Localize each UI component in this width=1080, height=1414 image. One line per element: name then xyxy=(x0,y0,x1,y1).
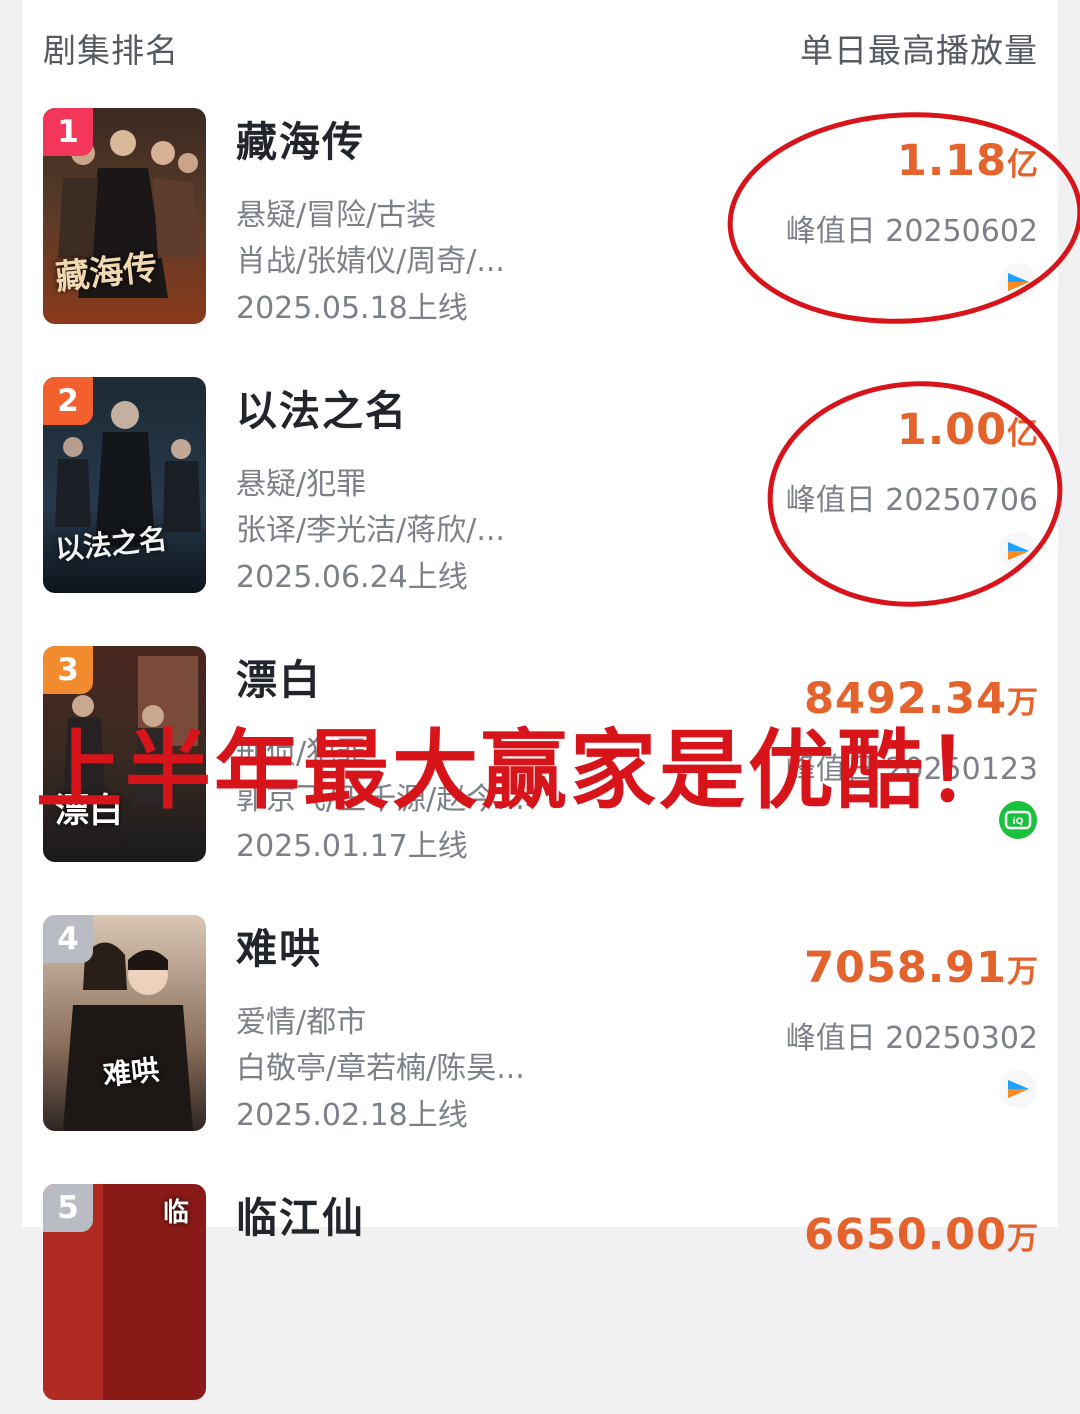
release-date: 2025.06.24上线 xyxy=(236,560,468,595)
daily-peak-views: 1.18亿 xyxy=(897,136,1038,186)
views-value: 7058.91 xyxy=(804,943,1007,993)
views-value: 1.00 xyxy=(896,405,1007,455)
poster-4[interactable]: 4 难哄 xyxy=(43,915,206,1131)
rank-column-label: 剧集排名 xyxy=(43,31,179,70)
drama-row-4[interactable]: 4 难哄 难哄 爱情/都市 白敬亭/章若楠/陈昊... 2025.02.18上线… xyxy=(22,915,1058,1145)
peak-date: 峰值日 20250706 xyxy=(785,483,1038,518)
poster-1[interactable]: 1 藏海传 xyxy=(43,108,206,324)
rank-badge: 4 xyxy=(43,915,93,963)
peak-date: 峰值日 20250602 xyxy=(785,214,1038,249)
poster-5[interactable]: 5 临 xyxy=(43,1184,206,1400)
views-unit: 亿 xyxy=(1007,147,1038,183)
youku-icon xyxy=(999,263,1037,301)
drama-genre: 悬疑/冒险/古装 xyxy=(236,198,437,233)
release-date: 2025.01.17上线 xyxy=(236,829,468,864)
drama-row-1[interactable]: 1 藏海传 藏海传 悬疑/冒险/古装 肖战/张婧仪/周奇/... 2025.05… xyxy=(22,108,1058,338)
views-value: 1.18 xyxy=(896,136,1007,186)
rank-badge: 1 xyxy=(43,108,93,156)
views-unit: 万 xyxy=(1007,954,1038,990)
rank-badge: 2 xyxy=(43,377,93,425)
daily-peak-views: 6650.00万 xyxy=(804,1210,1038,1260)
annotation-caption: 上半年最大赢家是优酷！ xyxy=(36,721,1015,821)
release-date: 2025.05.18上线 xyxy=(236,291,468,326)
drama-cast: 张译/李光洁/蒋欣/... xyxy=(236,513,505,548)
poster-title: 难哄 xyxy=(101,1053,161,1092)
drama-genre: 悬疑/犯罪 xyxy=(236,467,367,502)
daily-peak-views: 7058.91万 xyxy=(804,943,1038,993)
drama-cast: 肖战/张婧仪/周奇/... xyxy=(236,244,505,279)
drama-title[interactable]: 漂白 xyxy=(236,646,322,706)
daily-peak-views: 1.00亿 xyxy=(897,405,1038,455)
youku-icon xyxy=(999,1070,1037,1108)
drama-title[interactable]: 临江仙 xyxy=(236,1184,365,1244)
peak-date: 峰值日 20250302 xyxy=(785,1021,1038,1056)
drama-title[interactable]: 难哄 xyxy=(236,915,322,975)
rank-badge: 5 xyxy=(43,1184,93,1232)
views-value: 6650.00 xyxy=(804,1210,1007,1260)
poster-title: 临 xyxy=(163,1198,190,1228)
drama-title[interactable]: 藏海传 xyxy=(236,108,365,168)
drama-genre: 爱情/都市 xyxy=(236,1005,367,1040)
views-unit: 万 xyxy=(1007,1221,1038,1257)
poster-2[interactable]: 2 以法之名 xyxy=(43,377,206,593)
drama-title[interactable]: 以法之名 xyxy=(236,377,408,437)
list-header: 剧集排名 单日最高播放量 xyxy=(22,0,1058,88)
drama-row-2[interactable]: 2 以法之名 以法之名 悬疑/犯罪 张译/李光洁/蒋欣/... 2025.06.… xyxy=(22,377,1058,607)
rank-badge: 3 xyxy=(43,646,93,694)
ranking-panel: 剧集排名 单日最高播放量 1 藏海传 藏海传 悬疑/冒险/古装 肖战/张婧仪/周… xyxy=(22,0,1058,1400)
drama-cast: 白敬亭/章若楠/陈昊... xyxy=(236,1051,525,1086)
views-unit: 亿 xyxy=(1007,416,1038,452)
daily-peak-column-label: 单日最高播放量 xyxy=(800,31,1038,70)
youku-icon xyxy=(999,532,1037,570)
drama-row-5[interactable]: 5 临 临江仙 6650.00万 xyxy=(22,1184,1058,1414)
release-date: 2025.02.18上线 xyxy=(236,1098,468,1133)
